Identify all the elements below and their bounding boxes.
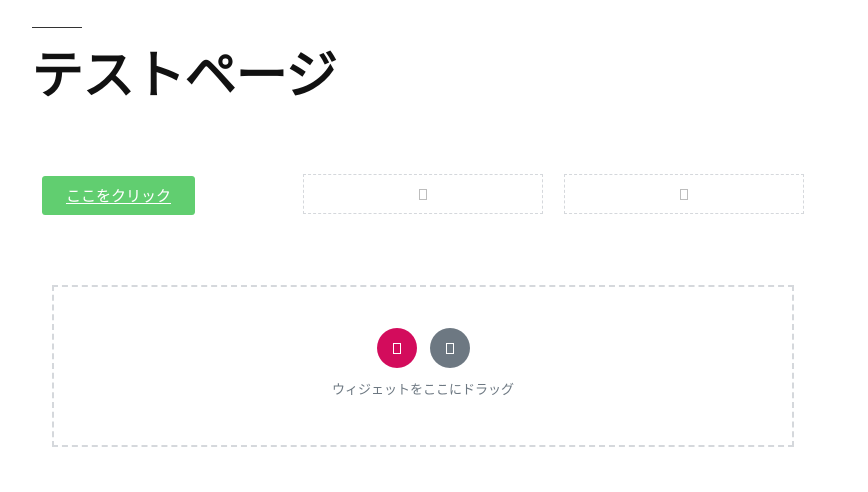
widget-placeholder-2[interactable] [564, 174, 804, 214]
title-divider [32, 27, 82, 28]
drop-zone-actions [54, 328, 792, 368]
click-here-button[interactable]: ここをクリック [42, 176, 195, 215]
drop-zone-label: ウィジェットをここにドラッグ [331, 383, 514, 398]
missing-glyph-icon [392, 342, 401, 354]
widget-placeholder-1[interactable] [303, 174, 543, 214]
add-section-button[interactable] [376, 328, 417, 368]
missing-glyph-icon [445, 342, 454, 354]
missing-glyph-icon [419, 188, 427, 200]
add-template-button[interactable] [429, 328, 470, 368]
page-title: テストページ [32, 46, 338, 106]
widget-drop-zone[interactable]: ウィジェットをここにドラッグ [52, 285, 794, 447]
missing-glyph-icon [680, 188, 688, 200]
